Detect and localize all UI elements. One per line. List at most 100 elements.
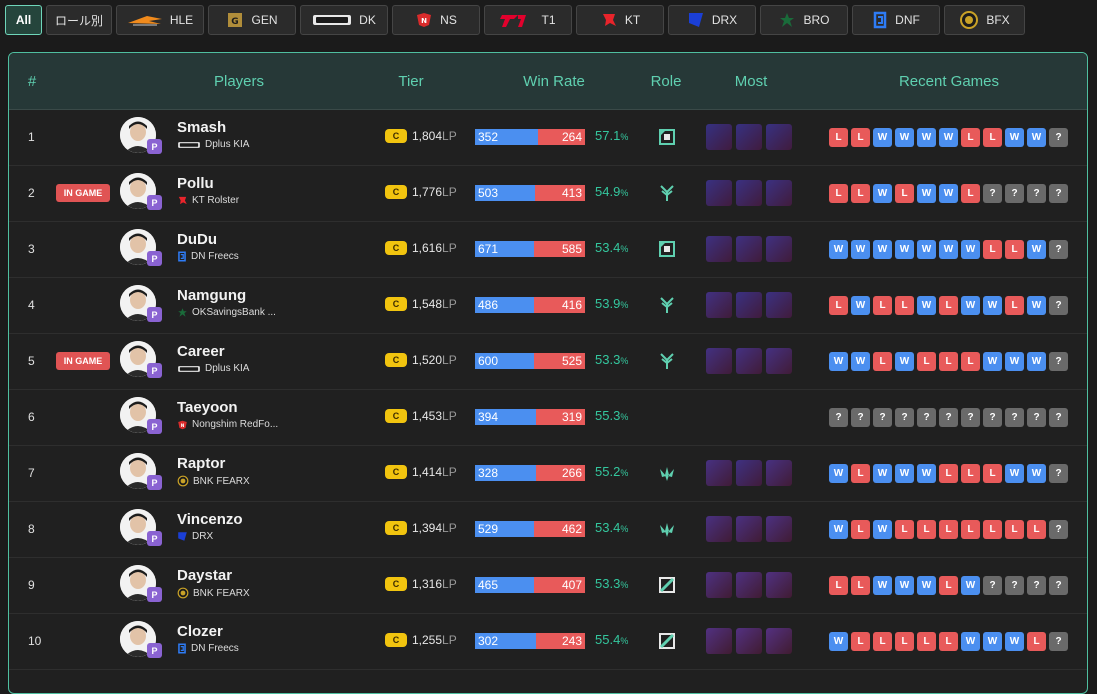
game-win[interactable]: W: [1027, 240, 1046, 259]
champion-icon[interactable]: [736, 292, 762, 318]
champion-icon[interactable]: [766, 236, 792, 262]
game-loss[interactable]: L: [939, 520, 958, 539]
player-name[interactable]: DuDu: [177, 231, 217, 248]
game-win[interactable]: W: [895, 464, 914, 483]
table-row[interactable]: 1 P Smash Dplus KIA C 1,804LP 352 264 57.1% L L W W W…: [9, 109, 1087, 166]
game-unknown[interactable]: ?: [895, 408, 914, 427]
player-name[interactable]: Clozer: [177, 623, 223, 640]
champion-icon[interactable]: [766, 124, 792, 150]
champion-icon[interactable]: [766, 348, 792, 374]
game-win[interactable]: W: [1005, 352, 1024, 371]
game-win[interactable]: W: [1027, 464, 1046, 483]
champion-icon[interactable]: [766, 180, 792, 206]
game-loss[interactable]: L: [829, 296, 848, 315]
game-loss[interactable]: L: [895, 184, 914, 203]
game-win[interactable]: W: [961, 576, 980, 595]
champion-icon[interactable]: [736, 124, 762, 150]
game-win[interactable]: W: [917, 464, 936, 483]
game-loss[interactable]: L: [1005, 520, 1024, 539]
champion-icon[interactable]: [706, 124, 732, 150]
game-loss[interactable]: L: [851, 520, 870, 539]
game-unknown[interactable]: ?: [1027, 408, 1046, 427]
game-loss[interactable]: L: [939, 576, 958, 595]
champion-icon[interactable]: [706, 292, 732, 318]
game-win[interactable]: W: [961, 632, 980, 651]
tab-bfx[interactable]: BFX: [944, 5, 1025, 35]
game-loss[interactable]: L: [895, 632, 914, 651]
game-loss[interactable]: L: [939, 632, 958, 651]
champion-icon[interactable]: [736, 516, 762, 542]
player-name[interactable]: Taeyoon: [177, 399, 238, 416]
game-win[interactable]: W: [917, 576, 936, 595]
player-name[interactable]: Vincenzo: [177, 511, 243, 528]
game-unknown[interactable]: ?: [1027, 576, 1046, 595]
champion-icon[interactable]: [766, 628, 792, 654]
game-win[interactable]: W: [1027, 296, 1046, 315]
game-win[interactable]: W: [895, 576, 914, 595]
game-unknown[interactable]: ?: [983, 184, 1002, 203]
game-loss[interactable]: L: [1027, 632, 1046, 651]
tab-t1[interactable]: T1: [484, 5, 572, 35]
game-loss[interactable]: L: [829, 184, 848, 203]
game-unknown[interactable]: ?: [851, 408, 870, 427]
game-loss[interactable]: L: [1027, 520, 1046, 539]
champion-icon[interactable]: [766, 292, 792, 318]
game-win[interactable]: W: [873, 576, 892, 595]
game-win[interactable]: W: [873, 240, 892, 259]
table-row[interactable]: 10 P Clozer DN Freecs C 1,255LP 302 243 55.4% W L L…: [9, 613, 1087, 670]
game-unknown[interactable]: ?: [1049, 352, 1068, 371]
tab-dk[interactable]: DK: [300, 5, 388, 35]
game-win[interactable]: W: [961, 240, 980, 259]
game-win[interactable]: W: [983, 632, 1002, 651]
game-win[interactable]: W: [1005, 632, 1024, 651]
game-loss[interactable]: L: [983, 240, 1002, 259]
game-win[interactable]: W: [939, 184, 958, 203]
tab-drx[interactable]: DRX: [668, 5, 756, 35]
game-win[interactable]: W: [1005, 128, 1024, 147]
game-loss[interactable]: L: [829, 576, 848, 595]
tab-by-role[interactable]: ロール別: [46, 5, 112, 35]
champion-icon[interactable]: [766, 516, 792, 542]
game-loss[interactable]: L: [851, 632, 870, 651]
game-unknown[interactable]: ?: [939, 408, 958, 427]
table-row[interactable]: 5 IN GAME P Career Dplus KIA C 1,520LP 600 525 53…: [9, 333, 1087, 390]
game-unknown[interactable]: ?: [1049, 520, 1068, 539]
player-name[interactable]: Daystar: [177, 567, 232, 584]
player-name[interactable]: Career: [177, 343, 225, 360]
game-unknown[interactable]: ?: [1027, 184, 1046, 203]
game-loss[interactable]: L: [983, 464, 1002, 483]
game-win[interactable]: W: [851, 352, 870, 371]
champion-icon[interactable]: [706, 572, 732, 598]
game-unknown[interactable]: ?: [1005, 408, 1024, 427]
game-win[interactable]: W: [895, 352, 914, 371]
game-loss[interactable]: L: [1005, 296, 1024, 315]
tab-bro[interactable]: BRO: [760, 5, 848, 35]
game-win[interactable]: W: [829, 520, 848, 539]
game-loss[interactable]: L: [917, 520, 936, 539]
table-row[interactable]: 9 P Daystar BNK FEARX C 1,316LP 465 407 53.3% L L W…: [9, 557, 1087, 614]
game-win[interactable]: W: [939, 240, 958, 259]
game-loss[interactable]: L: [939, 352, 958, 371]
game-unknown[interactable]: ?: [1049, 632, 1068, 651]
player-name[interactable]: Raptor: [177, 455, 225, 472]
table-row[interactable]: 7 P Raptor BNK FEARX C 1,414LP 328 266 55.2% W L W W…: [9, 445, 1087, 502]
game-unknown[interactable]: ?: [829, 408, 848, 427]
champion-icon[interactable]: [706, 180, 732, 206]
game-unknown[interactable]: ?: [1049, 576, 1068, 595]
game-loss[interactable]: L: [851, 184, 870, 203]
champion-icon[interactable]: [706, 516, 732, 542]
table-row[interactable]: 8 P Vincenzo DRX C 1,394LP 529 462 53.4% W L W L L L L L…: [9, 501, 1087, 558]
game-win[interactable]: W: [873, 464, 892, 483]
game-unknown[interactable]: ?: [1049, 464, 1068, 483]
champion-icon[interactable]: [736, 460, 762, 486]
champion-icon[interactable]: [736, 236, 762, 262]
game-win[interactable]: W: [829, 632, 848, 651]
game-win[interactable]: W: [873, 184, 892, 203]
game-loss[interactable]: L: [873, 632, 892, 651]
game-win[interactable]: W: [917, 240, 936, 259]
game-loss[interactable]: L: [1005, 240, 1024, 259]
game-unknown[interactable]: ?: [1049, 408, 1068, 427]
tab-dnf[interactable]: DNF: [852, 5, 940, 35]
champion-icon[interactable]: [736, 572, 762, 598]
game-unknown[interactable]: ?: [1005, 576, 1024, 595]
